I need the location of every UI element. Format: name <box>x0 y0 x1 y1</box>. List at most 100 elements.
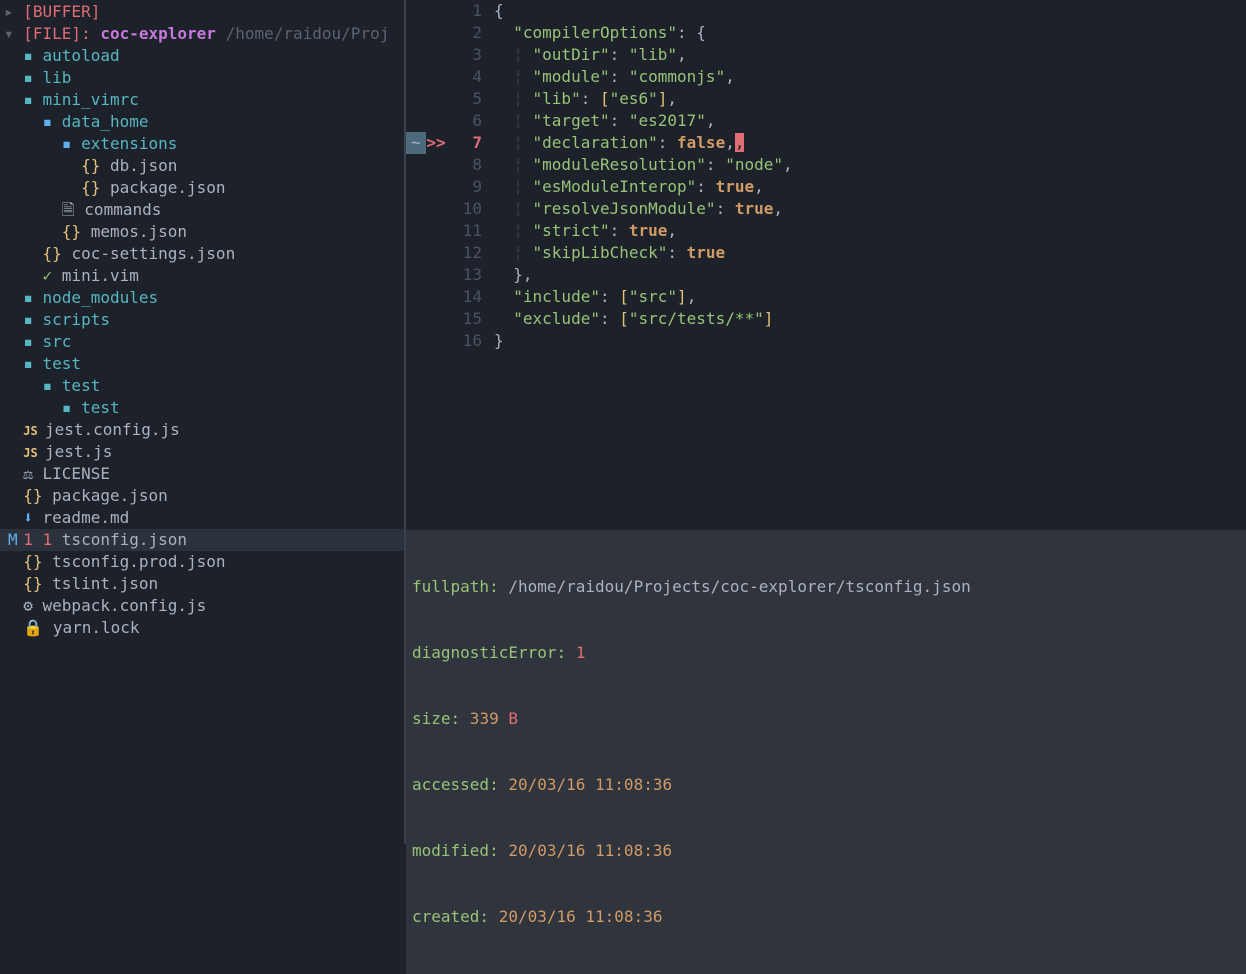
node-label: mini.vim <box>62 266 139 285</box>
tree-node-mini-vim[interactable]: ✓ mini.vim <box>0 265 404 287</box>
sign-arrow <box>426 0 446 22</box>
sign-column <box>406 330 446 352</box>
sign-arrow <box>426 88 446 110</box>
tree-node-test[interactable]: ▪ test <box>0 375 404 397</box>
file-tree[interactable]: ▪ autoload ▪ lib ▪ mini_vimrc ▪ data_hom… <box>0 45 404 639</box>
tree-node-node-modules[interactable]: ▪ node_modules <box>0 287 404 309</box>
sign-tilde <box>406 220 426 242</box>
sign-column <box>406 154 446 176</box>
sign-tilde <box>406 330 426 352</box>
code-line-1[interactable]: 1{ <box>406 0 1246 22</box>
tree-node-license[interactable]: ⚖ LICENSE <box>0 463 404 485</box>
code-line-6[interactable]: 6 ¦ "target": "es2017", <box>406 110 1246 132</box>
code-line-15[interactable]: 15 "exclude": ["src/tests/**"] <box>406 308 1246 330</box>
code-line-4[interactable]: 4 ¦ "module": "commonjs", <box>406 66 1246 88</box>
code-line-14[interactable]: 14 "include": ["src"], <box>406 286 1246 308</box>
folder-icon: ▪ <box>43 112 62 131</box>
folder-icon: ▪ <box>23 90 42 109</box>
sign-arrow <box>426 154 446 176</box>
line-number: 14 <box>446 286 486 308</box>
tree-node-webpack-config-js[interactable]: ⚙ webpack.config.js <box>0 595 404 617</box>
code-line-11[interactable]: 11 ¦ "strict": true, <box>406 220 1246 242</box>
tree-node-memos-json[interactable]: {} memos.json <box>0 221 404 243</box>
tree-node-coc-settings-json[interactable]: {} coc-settings.json <box>0 243 404 265</box>
folder-icon: ▪ <box>62 134 81 153</box>
code-line-5[interactable]: 5 ¦ "lib": ["es6"], <box>406 88 1246 110</box>
code-text: "include": ["src"], <box>486 286 696 308</box>
line-number: 16 <box>446 330 486 352</box>
tree-node-package-json[interactable]: {} package.json <box>0 485 404 507</box>
explorer-panel[interactable]: ▸ [BUFFER] ▾ [FILE]: coc-explorer /home/… <box>0 0 406 844</box>
size-unit: B <box>499 709 518 728</box>
file-icon: {} <box>62 222 91 241</box>
tree-node-lib[interactable]: ▪ lib <box>0 67 404 89</box>
code-text: ¦ "module": "commonjs", <box>486 66 735 88</box>
tree-node-commands[interactable]: 🗎 commands <box>0 199 404 221</box>
file-icon: {} <box>23 552 52 571</box>
file-icon: 🗎 <box>62 200 85 219</box>
file-section-header[interactable]: ▾ [FILE]: coc-explorer /home/raidou/Proj <box>0 23 404 45</box>
sign-arrow <box>426 176 446 198</box>
node-label: autoload <box>43 46 120 65</box>
buffer-section-header[interactable]: ▸ [BUFFER] <box>0 1 404 23</box>
folder-icon: ▪ <box>23 332 42 351</box>
node-label: test <box>81 398 120 417</box>
tree-node-jest-js[interactable]: JS jest.js <box>0 441 404 463</box>
tree-node-extensions[interactable]: ▪ extensions <box>0 133 404 155</box>
file-icon: {} <box>81 178 110 197</box>
sign-arrow <box>426 198 446 220</box>
folder-icon: ▪ <box>23 354 42 373</box>
code-line-16[interactable]: 16} <box>406 330 1246 352</box>
created-label: created: <box>412 907 489 926</box>
tree-node-test[interactable]: ▪ test <box>0 353 404 375</box>
tree-node-src[interactable]: ▪ src <box>0 331 404 353</box>
tree-node-tsconfig-json[interactable]: 1 1 tsconfig.jsonM <box>0 529 404 551</box>
js-icon: JS <box>23 424 45 438</box>
file-icon: {} <box>81 156 110 175</box>
sign-arrow <box>426 286 446 308</box>
tree-node-jest-config-js[interactable]: JS jest.config.js <box>0 419 404 441</box>
tree-node-scripts[interactable]: ▪ scripts <box>0 309 404 331</box>
tree-node-tsconfig-prod-json[interactable]: {} tsconfig.prod.json <box>0 551 404 573</box>
line-number: 6 <box>446 110 486 132</box>
tree-node-package-json[interactable]: {} package.json <box>0 177 404 199</box>
code-line-9[interactable]: 9 ¦ "esModuleInterop": true, <box>406 176 1246 198</box>
sign-tilde <box>406 22 426 44</box>
tree-node-test[interactable]: ▪ test <box>0 397 404 419</box>
code-line-12[interactable]: 12 ¦ "skipLibCheck": true <box>406 242 1246 264</box>
code-text: ¦ "strict": true, <box>486 220 677 242</box>
file-icon: {} <box>43 244 72 263</box>
sign-arrow <box>426 308 446 330</box>
code-text: ¦ "outDir": "lib", <box>486 44 687 66</box>
code-line-13[interactable]: 13 }, <box>406 264 1246 286</box>
sign-column <box>406 0 446 22</box>
code-line-2[interactable]: 2 "compilerOptions": { <box>406 22 1246 44</box>
node-label: coc-settings.json <box>71 244 235 263</box>
folder-icon: ▪ <box>62 398 81 417</box>
tree-node-data-home[interactable]: ▪ data_home <box>0 111 404 133</box>
file-icon: 1 <box>23 530 42 549</box>
git-status-badge: M <box>8 529 18 551</box>
editor-panel[interactable]: 1{2 "compilerOptions": {3 ¦ "outDir": "l… <box>406 0 1246 844</box>
line-number: 13 <box>446 264 486 286</box>
line-number: 12 <box>446 242 486 264</box>
code-line-3[interactable]: 3 ¦ "outDir": "lib", <box>406 44 1246 66</box>
tree-node-autoload[interactable]: ▪ autoload <box>0 45 404 67</box>
sign-column <box>406 110 446 132</box>
line-number: 5 <box>446 88 486 110</box>
tree-node-tslint-json[interactable]: {} tslint.json <box>0 573 404 595</box>
node-label: readme.md <box>43 508 130 527</box>
folder-icon: ▪ <box>43 376 62 395</box>
node-label: package.json <box>52 486 168 505</box>
tree-node-db-json[interactable]: {} db.json <box>0 155 404 177</box>
folder-icon: ▪ <box>23 46 42 65</box>
sign-column <box>406 198 446 220</box>
file-icon: {} <box>23 574 52 593</box>
tree-node-yarn-lock[interactable]: 🔒 yarn.lock <box>0 617 404 639</box>
code-line-10[interactable]: 10 ¦ "resolveJsonModule": true, <box>406 198 1246 220</box>
tree-node-mini-vimrc[interactable]: ▪ mini_vimrc <box>0 89 404 111</box>
tree-node-readme-md[interactable]: ⬇ readme.md <box>0 507 404 529</box>
line-number: 15 <box>446 308 486 330</box>
code-line-7[interactable]: ~>>7 ¦ "declaration": false,, <box>406 132 1246 154</box>
code-line-8[interactable]: 8 ¦ "moduleResolution": "node", <box>406 154 1246 176</box>
